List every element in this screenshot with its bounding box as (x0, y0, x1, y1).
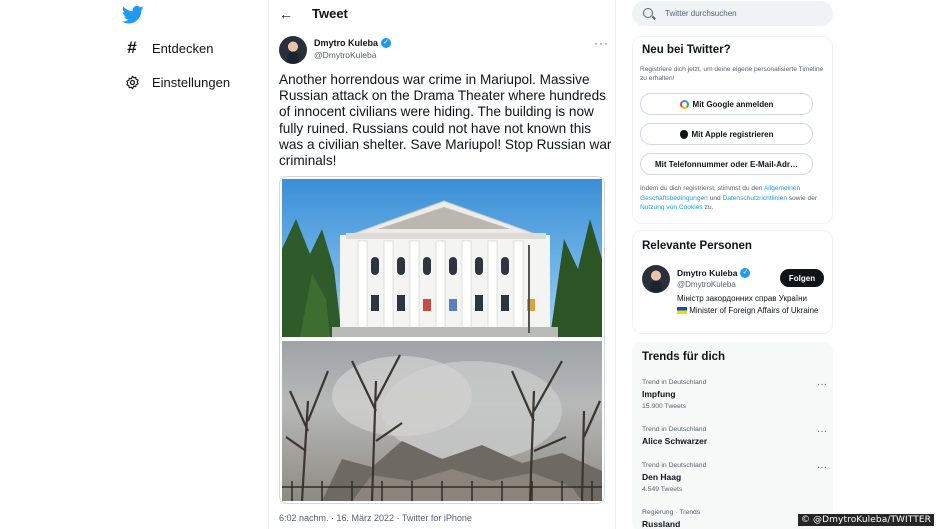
google-icon (679, 99, 689, 109)
cookies-link[interactable]: Nutzung von Cookies (640, 204, 703, 211)
nav-item-einstellungen[interactable]: Einstellungen (124, 74, 230, 90)
apple-signup-button[interactable]: Mit Apple registrieren (640, 123, 813, 145)
trend-count: 15.900 Tweets (642, 403, 687, 410)
avatar[interactable] (642, 265, 670, 293)
google-signin-label: Mit Google anmelden (692, 99, 774, 109)
trends-title: Trends für dich (642, 351, 726, 363)
search-icon (643, 8, 653, 18)
bio-line: Minister of Foreign Affairs of Ukraine (689, 305, 819, 315)
apple-icon (679, 129, 688, 139)
more-options-icon[interactable]: ··· (594, 36, 609, 50)
tweet-timestamp[interactable]: 6:02 nachm. · 16. März 2022 · Twitter fo… (279, 513, 472, 523)
trend-category: Trend in Deutschland (642, 379, 707, 386)
privacy-link[interactable]: Datenschutzrichtlinien (723, 195, 788, 202)
left-navigation: # Entdecken Einstellungen (0, 0, 268, 529)
trend-name: Den Haag (642, 472, 682, 482)
main-column: ← Tweet Dmytro Kuleba ✓ @DmytroKuleba ··… (268, 0, 616, 529)
person-bio: Міністр закордонних справ України Minist… (677, 293, 829, 316)
ruined-theater-photo[interactable] (282, 341, 602, 501)
legal-text: Indem du dich registrierst, stimmst du d… (640, 185, 764, 192)
legal-text: und (707, 194, 723, 202)
nav-item-label: Entdecken (152, 40, 214, 56)
avatar[interactable] (279, 36, 307, 64)
relevant-people-card: Relevante Personen Dmytro Kuleba ✓ @Dmyt… (632, 230, 833, 334)
author-name[interactable]: Dmytro Kuleba (314, 38, 378, 48)
tweet-text: Another horrendous war crime in Mariupol… (279, 72, 612, 169)
trends-card: Trends für dich Trend in Deutschland Imp… (632, 342, 833, 529)
page-title: Tweet (312, 6, 348, 21)
theater-photo[interactable] (282, 179, 602, 337)
signup-title: Neu bei Twitter? (642, 44, 731, 56)
gear-icon (124, 74, 140, 90)
nav-item-label: Einstellungen (152, 74, 231, 90)
ukraine-flag-icon (677, 306, 687, 314)
tweet-author: Dmytro Kuleba ✓ @DmytroKuleba ··· (279, 36, 609, 66)
trend-item[interactable]: Trend in Deutschland Alice Schwarzer ··· (642, 426, 827, 446)
trend-category: Trend in Deutschland (642, 426, 707, 433)
bio-line: Міністр закордонних справ України (677, 294, 807, 303)
back-arrow-icon[interactable]: ← (279, 6, 293, 22)
tweet-header: ← Tweet (269, 0, 615, 28)
legal-text: sowie der (787, 194, 818, 202)
hashtag-icon: # (127, 38, 137, 57)
follow-button[interactable]: Folgen (780, 269, 824, 287)
trend-count: 4.549 Tweets (642, 486, 683, 493)
search-bar[interactable]: Twitter durchsuchen (632, 1, 833, 26)
person-name[interactable]: Dmytro Kuleba (677, 268, 737, 278)
bio-line-2: Minister of Foreign Affairs of Ukraine (677, 305, 829, 317)
trend-item[interactable]: Trend in Deutschland Impfung 15.900 Twee… (642, 379, 827, 410)
trend-item[interactable]: Trend in Deutschland Den Haag 4.549 Twee… (642, 462, 827, 493)
verified-badge-icon: ✓ (381, 38, 392, 48)
people-title: Relevante Personen (642, 240, 752, 252)
image-credit: © @DmytroKuleba/TWITTER (797, 514, 934, 526)
person-name-row[interactable]: Dmytro Kuleba ✓ (677, 268, 751, 278)
tweet-media[interactable] (279, 176, 605, 504)
nav-item-entdecken[interactable]: # Entdecken (124, 38, 214, 57)
author-name-row[interactable]: Dmytro Kuleba ✓ (314, 38, 392, 48)
signup-description: Registriere dich jetzt, um deine eigene … (640, 66, 824, 82)
twitter-logo-icon[interactable] (122, 5, 144, 25)
legal-notice: Indem du dich registrierst, stimmst du d… (640, 184, 828, 213)
trend-category: Trend in Deutschland (642, 462, 707, 469)
person-handle[interactable]: @DmytroKuleba (677, 280, 736, 289)
more-options-icon[interactable]: ··· (817, 462, 827, 473)
phone-email-signup-button[interactable]: Mit Telefonnummer oder E-Mail-Adr… (640, 153, 813, 175)
trend-name: Alice Schwarzer (642, 436, 708, 446)
verified-badge-icon: ✓ (740, 268, 751, 278)
legal-text: zu. (702, 204, 714, 212)
apple-signup-label: Mit Apple registrieren (691, 129, 774, 139)
author-handle[interactable]: @DmytroKuleba (314, 50, 376, 60)
phone-email-signup-label: Mit Telefonnummer oder E-Mail-Adr… (655, 159, 798, 169)
more-options-icon[interactable]: ··· (817, 379, 827, 390)
search-input[interactable]: Twitter durchsuchen (665, 9, 737, 18)
signup-card: Neu bei Twitter? Registriere dich jetzt,… (632, 36, 833, 224)
more-options-icon[interactable]: ··· (817, 426, 827, 437)
trend-name: Impfung (642, 389, 676, 399)
google-signin-button[interactable]: Mit Google anmelden (640, 93, 813, 115)
